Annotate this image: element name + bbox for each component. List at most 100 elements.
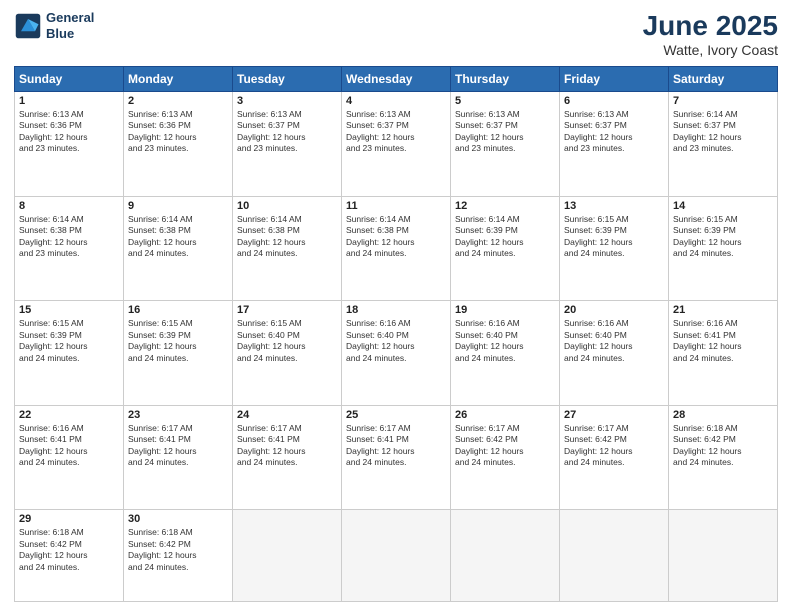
day-number: 26 <box>455 409 555 421</box>
header-tuesday: Tuesday <box>233 67 342 92</box>
header-monday: Monday <box>124 67 233 92</box>
table-row: 29 Sunrise: 6:18 AM Sunset: 6:42 PM Dayli… <box>15 510 124 602</box>
table-row: 14Sunrise: 6:15 AM Sunset: 6:39 PM Dayli… <box>669 196 778 301</box>
table-row: 20 Sunrise: 6:16 AM Sunset: 6:40 PM Dayli… <box>560 301 669 406</box>
header-wednesday: Wednesday <box>342 67 451 92</box>
day-info: Sunrise: 6:18 AM Sunset: 6:42 PM Dayligh… <box>19 527 119 573</box>
day-number: 1 <box>19 95 119 107</box>
day-info: Sunrise: 6:14 AM Sunset: 6:38 PM Dayligh… <box>346 214 446 260</box>
day-number: 16 <box>128 304 228 316</box>
table-row: 17 Sunrise: 6:15 AM Sunset: 6:40 PM Dayli… <box>233 301 342 406</box>
calendar-header-row: Sunday Monday Tuesday Wednesday Thursday… <box>15 67 778 92</box>
logo-line2: Blue <box>46 26 94 42</box>
day-number: 28 <box>673 409 773 421</box>
day-number: 8 <box>19 200 119 212</box>
table-row: 7 Sunrise: 6:14 AM Sunset: 6:37 PM Daylig… <box>669 92 778 197</box>
logo-text: General Blue <box>46 10 94 41</box>
day-number: 27 <box>564 409 664 421</box>
day-number: 10 <box>237 200 337 212</box>
calendar-table: Sunday Monday Tuesday Wednesday Thursday… <box>14 66 778 602</box>
day-info: Sunrise: 6:16 AM Sunset: 6:41 PM Dayligh… <box>673 318 773 364</box>
table-row <box>560 510 669 602</box>
day-number: 21 <box>673 304 773 316</box>
table-row: 9Sunrise: 6:14 AM Sunset: 6:38 PM Daylig… <box>124 196 233 301</box>
table-row: 3 Sunrise: 6:13 AM Sunset: 6:37 PM Daylig… <box>233 92 342 197</box>
table-row <box>451 510 560 602</box>
table-row: 4 Sunrise: 6:13 AM Sunset: 6:37 PM Daylig… <box>342 92 451 197</box>
day-info: Sunrise: 6:14 AM Sunset: 6:38 PM Dayligh… <box>237 214 337 260</box>
day-number: 4 <box>346 95 446 107</box>
table-row: 10 Sunrise: 6:14 AM Sunset: 6:38 PM Dayli… <box>233 196 342 301</box>
day-info: Sunrise: 6:16 AM Sunset: 6:40 PM Dayligh… <box>455 318 555 364</box>
table-row: 11 Sunrise: 6:14 AM Sunset: 6:38 PM Dayli… <box>342 196 451 301</box>
header: General Blue June 2025 Watte, Ivory Coas… <box>14 10 778 58</box>
location-subtitle: Watte, Ivory Coast <box>643 42 778 58</box>
table-row <box>669 510 778 602</box>
day-number: 7 <box>673 95 773 107</box>
table-row: 25Sunrise: 6:17 AM Sunset: 6:41 PM Dayli… <box>342 405 451 510</box>
table-row: 18Sunrise: 6:16 AM Sunset: 6:40 PM Dayli… <box>342 301 451 406</box>
title-block: June 2025 Watte, Ivory Coast <box>643 10 778 58</box>
day-info: Sunrise: 6:17 AM Sunset: 6:41 PM Dayligh… <box>237 423 337 469</box>
header-thursday: Thursday <box>451 67 560 92</box>
day-number: 24 <box>237 409 337 421</box>
day-number: 9 <box>128 200 228 212</box>
day-number: 14 <box>673 200 773 212</box>
day-info: Sunrise: 6:15 AM Sunset: 6:39 PM Dayligh… <box>564 214 664 260</box>
table-row: 6Sunrise: 6:13 AM Sunset: 6:37 PM Daylig… <box>560 92 669 197</box>
day-info: Sunrise: 6:14 AM Sunset: 6:39 PM Dayligh… <box>455 214 555 260</box>
day-number: 19 <box>455 304 555 316</box>
day-info: Sunrise: 6:14 AM Sunset: 6:37 PM Dayligh… <box>673 109 773 155</box>
day-number: 2 <box>128 95 228 107</box>
day-info: Sunrise: 6:16 AM Sunset: 6:40 PM Dayligh… <box>564 318 664 364</box>
day-info: Sunrise: 6:14 AM Sunset: 6:38 PM Dayligh… <box>19 214 119 260</box>
day-info: Sunrise: 6:13 AM Sunset: 6:36 PM Dayligh… <box>128 109 228 155</box>
table-row: 2 Sunrise: 6:13 AM Sunset: 6:36 PM Daylig… <box>124 92 233 197</box>
day-info: Sunrise: 6:13 AM Sunset: 6:36 PM Dayligh… <box>19 109 119 155</box>
table-row: 1 Sunrise: 6:13 AM Sunset: 6:36 PM Daylig… <box>15 92 124 197</box>
day-info: Sunrise: 6:15 AM Sunset: 6:39 PM Dayligh… <box>128 318 228 364</box>
table-row: 15 Sunrise: 6:15 AM Sunset: 6:39 PM Dayli… <box>15 301 124 406</box>
month-title: June 2025 <box>643 10 778 42</box>
header-friday: Friday <box>560 67 669 92</box>
day-number: 30 <box>128 513 228 525</box>
table-row: 22Sunrise: 6:16 AM Sunset: 6:41 PM Dayli… <box>15 405 124 510</box>
day-number: 13 <box>564 200 664 212</box>
table-row: 26Sunrise: 6:17 AM Sunset: 6:42 PM Dayli… <box>451 405 560 510</box>
day-info: Sunrise: 6:15 AM Sunset: 6:40 PM Dayligh… <box>237 318 337 364</box>
logo-line1: General <box>46 10 94 26</box>
day-number: 11 <box>346 200 446 212</box>
table-row: 16 Sunrise: 6:15 AM Sunset: 6:39 PM Dayli… <box>124 301 233 406</box>
table-row: 8 Sunrise: 6:14 AM Sunset: 6:38 PM Daylig… <box>15 196 124 301</box>
day-info: Sunrise: 6:13 AM Sunset: 6:37 PM Dayligh… <box>455 109 555 155</box>
table-row <box>342 510 451 602</box>
day-info: Sunrise: 6:16 AM Sunset: 6:41 PM Dayligh… <box>19 423 119 469</box>
day-number: 29 <box>19 513 119 525</box>
day-info: Sunrise: 6:15 AM Sunset: 6:39 PM Dayligh… <box>19 318 119 364</box>
table-row: 23Sunrise: 6:17 AM Sunset: 6:41 PM Dayli… <box>124 405 233 510</box>
day-info: Sunrise: 6:18 AM Sunset: 6:42 PM Dayligh… <box>673 423 773 469</box>
day-number: 5 <box>455 95 555 107</box>
day-info: Sunrise: 6:17 AM Sunset: 6:41 PM Dayligh… <box>128 423 228 469</box>
table-row: 12 Sunrise: 6:14 AM Sunset: 6:39 PM Dayli… <box>451 196 560 301</box>
header-saturday: Saturday <box>669 67 778 92</box>
day-info: Sunrise: 6:18 AM Sunset: 6:42 PM Dayligh… <box>128 527 228 573</box>
day-number: 15 <box>19 304 119 316</box>
day-info: Sunrise: 6:13 AM Sunset: 6:37 PM Dayligh… <box>237 109 337 155</box>
day-number: 12 <box>455 200 555 212</box>
day-number: 20 <box>564 304 664 316</box>
table-row: 30 Sunrise: 6:18 AM Sunset: 6:42 PM Dayli… <box>124 510 233 602</box>
day-number: 18 <box>346 304 446 316</box>
table-row: 5 Sunrise: 6:13 AM Sunset: 6:37 PM Daylig… <box>451 92 560 197</box>
page: General Blue June 2025 Watte, Ivory Coas… <box>0 0 792 612</box>
table-row: 21 Sunrise: 6:16 AM Sunset: 6:41 PM Dayli… <box>669 301 778 406</box>
day-info: Sunrise: 6:13 AM Sunset: 6:37 PM Dayligh… <box>346 109 446 155</box>
logo-icon <box>14 12 42 40</box>
table-row: 19 Sunrise: 6:16 AM Sunset: 6:40 PM Dayli… <box>451 301 560 406</box>
day-number: 17 <box>237 304 337 316</box>
logo: General Blue <box>14 10 94 41</box>
header-sunday: Sunday <box>15 67 124 92</box>
day-number: 3 <box>237 95 337 107</box>
table-row: 28 Sunrise: 6:18 AM Sunset: 6:42 PM Dayli… <box>669 405 778 510</box>
day-number: 25 <box>346 409 446 421</box>
